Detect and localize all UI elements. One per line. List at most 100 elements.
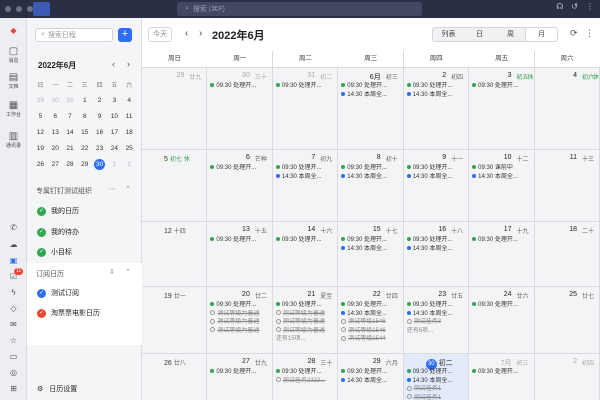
- calendar-item-todo[interactable]: ✓ 我的待办: [37, 227, 79, 237]
- more-icon[interactable]: ⋯: [109, 185, 116, 193]
- day-cell[interactable]: 11 十三: [534, 150, 599, 221]
- event-item[interactable]: 14:30 本周全...: [406, 91, 466, 100]
- mini-day[interactable]: 10: [107, 113, 122, 120]
- sync-icon[interactable]: ⟳: [570, 28, 578, 39]
- avatar[interactable]: [33, 2, 50, 16]
- mini-day[interactable]: 8: [77, 113, 92, 120]
- mini-day[interactable]: 14: [63, 129, 78, 136]
- day-cell[interactable]: 5 初七 休: [142, 150, 207, 221]
- day-cell[interactable]: 31 初二 09:30 处理开...: [272, 68, 338, 149]
- rail-item-contacts[interactable]: ▥ 通讯录: [0, 131, 27, 149]
- mini-day[interactable]: 1: [77, 97, 92, 104]
- global-search[interactable]: ⌕ 搜索 (⌘F): [177, 2, 422, 16]
- schedule-search-input[interactable]: ⌕ 搜索日程: [35, 28, 113, 42]
- mini-day[interactable]: 2: [122, 161, 137, 168]
- day-cell[interactable]: 16 十八 09:30 处理开... 14:30 本周全...: [403, 222, 469, 286]
- mini-day[interactable]: 31: [63, 97, 78, 104]
- day-cell[interactable]: 19 廿一: [142, 287, 207, 353]
- task-check-icon[interactable]: [406, 318, 412, 324]
- task-item[interactable]: 测试任务2222...: [275, 377, 335, 386]
- task-check-icon[interactable]: [406, 394, 412, 400]
- mini-prev-icon[interactable]: ‹: [112, 59, 115, 69]
- event-item[interactable]: 14:30 本周全...: [341, 377, 400, 386]
- mini-day[interactable]: 29: [33, 97, 48, 104]
- collapse-icon[interactable]: ⌃: [125, 185, 131, 193]
- day-cell[interactable]: 30 三十 09:30 处理开...: [207, 68, 272, 149]
- day-cell[interactable]: 13 十五 09:30 处理开...: [207, 222, 272, 286]
- check-icon[interactable]: ✓: [37, 288, 46, 298]
- today-button[interactable]: 今天: [148, 27, 172, 42]
- mini-day[interactable]: 16: [92, 129, 107, 136]
- day-cell[interactable]: 24 廿六 09:30 处理开...: [469, 287, 534, 353]
- check-icon[interactable]: ✓: [37, 227, 46, 237]
- event-item[interactable]: 14:30 本周全...: [406, 245, 466, 254]
- task-check-icon[interactable]: [275, 377, 281, 383]
- next-month-button[interactable]: ›: [199, 28, 202, 39]
- mini-day[interactable]: 11: [122, 113, 137, 120]
- collapse-icon[interactable]: ⌃: [125, 268, 131, 276]
- day-cell[interactable]: 7 初九 09:30 处理开... 14:30 本周全...: [272, 150, 338, 221]
- import-icon[interactable]: ⇩: [109, 268, 115, 276]
- more-icon[interactable]: ⋮: [586, 2, 594, 11]
- event-item[interactable]: 09:30 处理开...: [210, 82, 269, 91]
- more-events-link[interactable]: 还有15项...: [276, 335, 335, 344]
- event-item[interactable]: 09:30 处理开...: [275, 236, 335, 245]
- mini-day[interactable]: 13: [48, 129, 63, 136]
- day-cell[interactable]: 27 廿九 09:30 处理开...: [207, 354, 272, 400]
- day-cell[interactable]: 22 廿四 09:30 处理开... 14:30 本周全... 测试等级1546 测试等级…: [338, 287, 403, 353]
- todo-icon[interactable]: ☑ 11: [0, 268, 27, 281]
- task-check-icon[interactable]: [406, 385, 412, 391]
- day-cell[interactable]: 28 三十 09:30 处理开... 测试任务2222...: [272, 354, 338, 400]
- event-item[interactable]: 14:30 本周全...: [275, 173, 335, 182]
- mini-day[interactable]: 25: [122, 145, 137, 152]
- add-event-button[interactable]: +: [118, 28, 132, 42]
- event-item[interactable]: 09:30 处理开...: [472, 301, 531, 310]
- grid-icon[interactable]: ⊞: [0, 384, 27, 393]
- headset-icon[interactable]: ☊: [556, 2, 563, 11]
- mini-day[interactable]: 17: [107, 129, 122, 136]
- day-cell[interactable]: 6 芒种 09:30 处理开...: [207, 150, 272, 221]
- compass-icon[interactable]: ◎: [0, 368, 27, 377]
- day-cell[interactable]: 9 十一 09:30 处理开... 14:30 本周全...: [403, 150, 469, 221]
- day-cell[interactable]: 8 初十 09:30 处理开... 14:30 本周全...: [338, 150, 403, 221]
- day-cell[interactable]: 30 初二 09:30 处理开... 14:30 本周全... 测试任务1 测试任务1: [403, 354, 469, 400]
- mini-day[interactable]: 21: [63, 145, 78, 152]
- mini-day[interactable]: 6: [48, 113, 63, 120]
- calendar-settings-button[interactable]: ⚙ 日历设置: [37, 384, 77, 394]
- check-icon[interactable]: ✓: [37, 206, 46, 216]
- calendar-item-goal[interactable]: ✓ 小目标: [37, 247, 72, 257]
- calendar-item-my[interactable]: ✓ 我的日历: [37, 206, 79, 216]
- day-cell[interactable]: 25 廿七: [534, 287, 599, 353]
- more-events-link[interactable]: 还有6项...: [407, 327, 466, 336]
- event-item[interactable]: 09:30 处理开...: [210, 368, 269, 377]
- day-cell[interactable]: 3 初五休 09:30 处理开...: [469, 68, 534, 149]
- mini-day[interactable]: 28: [63, 161, 78, 168]
- task-check-icon[interactable]: [275, 318, 281, 324]
- prev-month-button[interactable]: ‹: [185, 28, 188, 39]
- calendar-icon[interactable]: ▣: [0, 256, 27, 265]
- mini-day[interactable]: 23: [92, 145, 107, 152]
- task-check-icon[interactable]: [275, 327, 281, 333]
- mini-day[interactable]: 4: [122, 97, 137, 104]
- event-item[interactable]: 14:30 本周全...: [341, 91, 400, 100]
- task-check-icon[interactable]: [210, 327, 216, 333]
- rail-item-message[interactable]: ▢ 消息: [0, 46, 27, 64]
- view-month-tab[interactable]: 月: [526, 28, 557, 41]
- history-icon[interactable]: ↺: [571, 2, 578, 11]
- calendar-item-sub-test[interactable]: ✓ 测试订阅: [37, 288, 79, 298]
- mini-day[interactable]: 24: [107, 145, 122, 152]
- task-check-icon[interactable]: [275, 310, 281, 316]
- calendar-item-movie[interactable]: ✓ 淘票票电影日历: [37, 308, 100, 318]
- mini-day[interactable]: 29: [77, 161, 92, 168]
- task-item[interactable]: 测试任务1: [406, 394, 466, 400]
- day-cell[interactable]: 6月 初三 09:30 处理开... 14:30 本周全...: [338, 68, 403, 149]
- mini-day[interactable]: 22: [77, 145, 92, 152]
- rail-item-doc[interactable]: ▤ 文档: [0, 72, 27, 90]
- day-cell[interactable]: 12 十四: [142, 222, 207, 286]
- event-item[interactable]: 14:30 本周全...: [406, 173, 466, 182]
- logo-icon[interactable]: ◆: [0, 26, 27, 35]
- task-check-icon[interactable]: [210, 318, 216, 324]
- mini-day[interactable]: 2: [92, 97, 107, 104]
- phone-icon[interactable]: ✆: [0, 223, 27, 232]
- view-day-tab[interactable]: 日: [464, 28, 495, 41]
